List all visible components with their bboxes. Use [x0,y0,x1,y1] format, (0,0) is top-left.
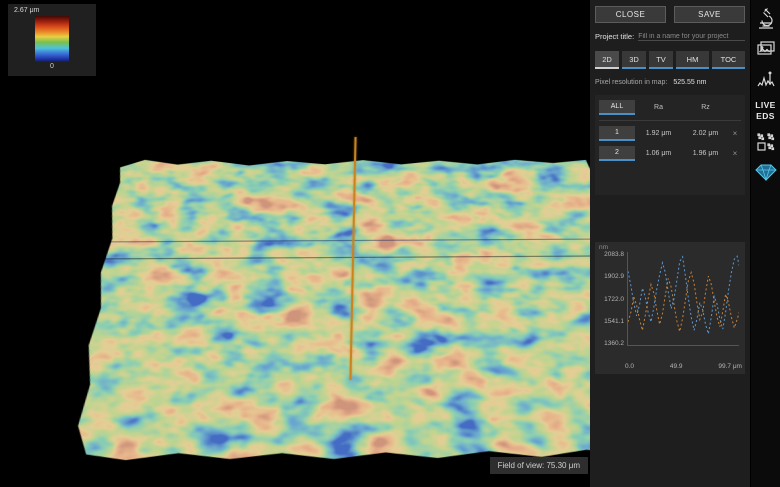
surface-3d[interactable] [68,157,590,462]
x-tick: 99.7 μm [718,363,742,370]
y-tick: 2083.8 [604,251,624,258]
y-tick: 1722.0 [604,296,624,303]
colorbar-min-label: 0 [8,63,96,70]
tab-hm[interactable]: HM [676,51,709,69]
save-button[interactable]: SAVE [674,6,745,23]
profile-chart: nm 2083.8 1902.9 1722.0 1541.1 1360.2 0.… [595,242,745,374]
tab-toc[interactable]: TOC [712,51,745,69]
field-of-view-label: Field of view: 75.30 μm [490,457,588,474]
profile-2-rz-value: 1.96 μm [682,150,729,157]
pixel-resolution-label: Pixel resolution in map: [595,79,667,86]
profile-1-ra-value: 1.92 μm [635,130,682,137]
profile-row-2: 2 1.06 μm 1.96 μm × [599,146,741,161]
chart-unit-label: nm [599,244,608,251]
height-colorbar: 2.67 μm 0 [8,4,96,76]
profile-row-1: 1 1.92 μm 2.02 μm × [599,126,741,141]
y-axis-ticks: 2083.8 1902.9 1722.0 1541.1 1360.2 [597,251,624,347]
live-eds-label[interactable]: LIVE EDS [755,100,776,121]
control-panel: CLOSE SAVE Project title: 2D 3D TV HM TO… [590,0,750,487]
profile-plot-area [627,252,739,346]
profile-1-button[interactable]: 1 [599,126,635,141]
view-tabs: 2D 3D TV HM TOC [595,51,745,69]
app-window: 2.67 μm 0 Field of view: 75.30 μm CLOSE … [0,0,780,487]
x-tick: 0.0 [625,363,634,370]
project-title-input[interactable] [638,33,745,41]
colorbar-max-label: 2.67 μm [8,7,96,14]
y-tick: 1360.2 [604,340,624,347]
series-profile-1 [628,256,739,334]
tab-tv[interactable]: TV [649,51,673,69]
gem-icon[interactable] [755,163,777,181]
pixel-resolution-value: 525.55 nm [673,79,706,86]
profile-2-ra-value: 1.06 μm [635,150,682,157]
x-axis-ticks: 0.0 49.9 99.7 μm [625,363,742,370]
delete-profile-2-icon[interactable]: × [729,150,741,158]
y-tick: 1902.9 [604,273,624,280]
tab-2d[interactable]: 2D [595,51,619,69]
element-map-icon[interactable] [755,132,777,152]
live-label: LIVE [755,100,776,111]
divider [599,120,741,121]
viewport-3d[interactable]: 2.67 μm 0 Field of view: 75.30 μm [0,0,590,487]
x-tick: 49.9 [670,363,683,370]
close-button[interactable]: CLOSE [595,6,666,23]
column-header-ra: Ra [635,104,682,111]
tab-3d[interactable]: 3D [622,51,646,69]
project-title-label: Project title: [595,32,634,41]
image-gallery-icon[interactable] [755,40,777,58]
y-tick: 1541.1 [604,318,624,325]
colorbar-gradient [35,16,69,62]
eds-spectrum-icon[interactable] [755,69,777,89]
profile-2-button[interactable]: 2 [599,146,635,161]
column-header-rz: Rz [682,104,729,111]
surface-texture [68,157,590,462]
microscope-icon[interactable] [755,7,777,29]
measurement-table: ALL Ra Rz 1 1.92 μm 2.02 μm × 2 1.06 μm … [595,95,745,195]
eds-label: EDS [755,111,776,122]
tool-strip: LIVE EDS [750,0,780,487]
all-profiles-button[interactable]: ALL [599,100,635,115]
delete-profile-1-icon[interactable]: × [729,130,741,138]
series-profile-2 [628,273,739,332]
profile-1-rz-value: 2.02 μm [682,130,729,137]
